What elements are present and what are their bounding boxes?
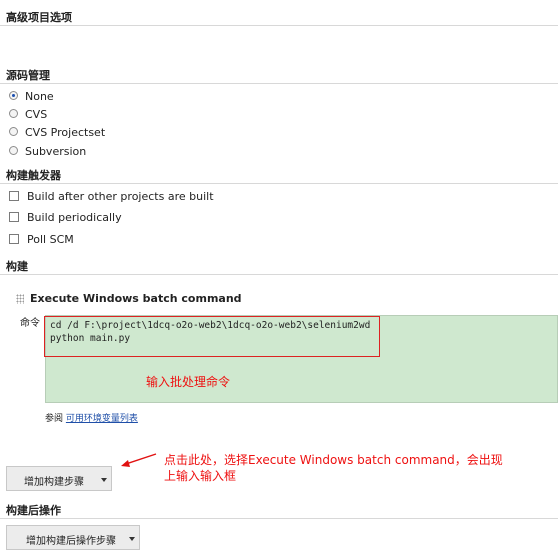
add-build-step-label: 增加构建步骤 <box>24 477 84 488</box>
section-title-triggers: 构建触发器 <box>6 169 61 182</box>
scm-radio-cvs[interactable] <box>9 109 18 118</box>
scm-option-cvs-projectset-label[interactable]: CVS Projectset <box>25 126 105 139</box>
trigger-checkbox-after-other-projects[interactable] <box>9 191 19 201</box>
trigger-poll-scm-label[interactable]: Poll SCM <box>27 233 74 246</box>
trigger-checkbox-periodically[interactable] <box>9 212 19 222</box>
annotation-input-hint: 输入批处理命令 <box>146 375 231 389</box>
scm-radio-none[interactable] <box>9 91 18 100</box>
divider <box>0 83 558 84</box>
scm-option-subversion-label[interactable]: Subversion <box>25 145 86 158</box>
scm-radio-cvs-projectset[interactable] <box>9 127 18 136</box>
section-title-build: 构建 <box>6 260 28 273</box>
env-vars-reference: 参阅 可用环境变量列表 <box>45 411 138 424</box>
add-build-step-button[interactable]: 增加构建步骤 <box>6 466 112 491</box>
divider <box>0 518 558 519</box>
drag-handle-icon[interactable] <box>16 294 24 304</box>
annotation-arrow-icon <box>121 453 157 467</box>
section-title-scm: 源码管理 <box>6 69 50 82</box>
divider <box>0 25 558 26</box>
scm-option-cvs-label[interactable]: CVS <box>25 108 47 121</box>
annotation-click-hint-line2: 上输入输入框 <box>164 469 237 483</box>
section-title-post-build: 构建后操作 <box>6 504 61 517</box>
trigger-after-other-projects-label[interactable]: Build after other projects are built <box>27 190 214 203</box>
section-title-advanced: 高级项目选项 <box>6 11 72 24</box>
chevron-down-icon <box>129 537 135 541</box>
command-highlight-box <box>44 316 380 357</box>
command-label: 命令 <box>20 318 40 329</box>
add-post-build-step-button[interactable]: 增加构建后操作步骤 <box>6 525 140 550</box>
scm-option-none-label[interactable]: None <box>25 90 54 103</box>
env-vars-prefix: 参阅 <box>45 414 64 424</box>
build-step-title: Execute Windows batch command <box>30 292 242 305</box>
annotation-click-hint-line1: 点击此处，选择Execute Windows batch command，会出现 <box>164 453 503 467</box>
trigger-checkbox-poll-scm[interactable] <box>9 234 19 244</box>
divider <box>0 274 558 275</box>
trigger-periodically-label[interactable]: Build periodically <box>27 211 122 224</box>
divider <box>0 183 558 184</box>
env-vars-link[interactable]: 可用环境变量列表 <box>66 414 138 424</box>
scm-radio-subversion[interactable] <box>9 146 18 155</box>
chevron-down-icon <box>101 478 107 482</box>
add-post-build-step-label: 增加构建后操作步骤 <box>26 536 116 547</box>
